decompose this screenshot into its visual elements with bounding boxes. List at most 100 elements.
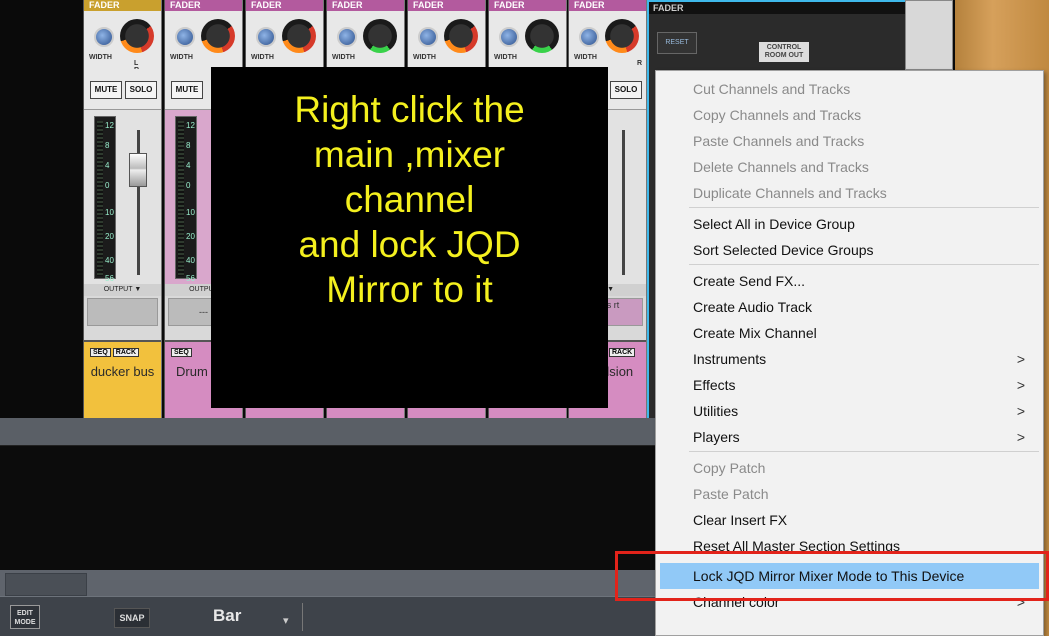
menu-item-copy-channels-and-tracks[interactable]: Copy Channels and Tracks xyxy=(656,102,1043,128)
control-room-out-label: CONTROL ROOM OUT xyxy=(759,42,809,62)
strip-label-area: SEQ RACK ducker bus xyxy=(84,340,161,418)
knob-section: WIDTH R xyxy=(569,11,646,69)
width-knob-icon[interactable] xyxy=(337,27,357,47)
meter-scale-label: 56 xyxy=(105,274,114,283)
knob-section: WIDTH xyxy=(327,11,404,69)
width-label: WIDTH xyxy=(494,54,517,61)
output-selector[interactable] xyxy=(87,298,158,326)
menu-item-create-audio-track[interactable]: Create Audio Track xyxy=(656,294,1043,320)
pan-knob-icon[interactable] xyxy=(120,19,154,53)
width-label: WIDTH xyxy=(170,54,193,61)
meter-scale-label: 12 xyxy=(105,121,114,130)
menu-item-label: Select All in Device Group xyxy=(693,216,855,232)
fader-header: FADER xyxy=(408,0,485,11)
width-knob-icon[interactable] xyxy=(499,27,519,47)
pan-knob-icon[interactable] xyxy=(363,19,397,53)
seq-rack-buttons: SEQ xyxy=(171,348,194,357)
menu-item-label: Copy Channels and Tracks xyxy=(693,107,862,123)
menu-item-label: Copy Patch xyxy=(693,460,766,476)
width-knob-icon[interactable] xyxy=(94,27,114,47)
knob-section: WIDTH L R xyxy=(84,11,161,74)
menu-separator xyxy=(689,207,1039,208)
meter-scale-label: 0 xyxy=(105,181,110,190)
menu-item-label: Cut Channels and Tracks xyxy=(693,81,851,97)
menu-item-paste-channels-and-tracks[interactable]: Paste Channels and Tracks xyxy=(656,128,1043,154)
menu-item-label: Clear Insert FX xyxy=(693,512,788,528)
volume-fader-handle[interactable] xyxy=(129,153,147,187)
seq-rack-buttons: SEQ RACK xyxy=(90,348,141,357)
level-meter: 12 8 4 0 10 20 40 56 xyxy=(94,116,116,283)
menu-item-label: Create Audio Track xyxy=(693,299,813,315)
chevron-down-icon[interactable]: ▾ xyxy=(283,614,289,627)
lr-label: R xyxy=(637,60,643,67)
snap-value-label[interactable]: Bar xyxy=(213,606,241,626)
fader-header: FADER xyxy=(84,0,161,11)
menu-separator xyxy=(689,451,1039,452)
pan-knob-icon[interactable] xyxy=(282,19,316,53)
menu-item-effects[interactable]: Effects > xyxy=(656,372,1043,398)
seq-rack-buttons: RACK xyxy=(609,348,637,357)
solo-button[interactable]: SOLO xyxy=(610,81,642,99)
menu-item-players[interactable]: Players > xyxy=(656,424,1043,450)
rack-button[interactable]: RACK xyxy=(112,348,140,357)
menu-item-delete-channels-and-tracks[interactable]: Delete Channels and Tracks xyxy=(656,154,1043,180)
menu-item-instruments[interactable]: Instruments > xyxy=(656,346,1043,372)
pan-knob-icon[interactable] xyxy=(444,19,478,53)
pan-knob-icon[interactable] xyxy=(201,19,235,53)
seq-button[interactable]: SEQ xyxy=(171,348,192,357)
width-label: WIDTH xyxy=(251,54,274,61)
fader-header: FADER xyxy=(165,0,242,11)
rack-button[interactable]: RACK xyxy=(609,348,636,357)
menu-item-cut-channels-and-tracks[interactable]: Cut Channels and Tracks xyxy=(656,76,1043,102)
edit-mode-button[interactable]: EDIT MODE xyxy=(10,605,40,629)
solo-button[interactable]: SOLO xyxy=(125,81,157,99)
menu-item-label: Paste Channels and Tracks xyxy=(693,133,865,149)
mute-button[interactable]: MUTE xyxy=(171,81,203,99)
menu-item-label: Delete Channels and Tracks xyxy=(693,159,869,175)
menu-item-clear-insert-fx[interactable]: Clear Insert FX xyxy=(656,507,1043,533)
ruler-segment xyxy=(5,573,87,596)
width-knob-icon[interactable] xyxy=(579,27,599,47)
menu-item-duplicate-channels-and-tracks[interactable]: Duplicate Channels and Tracks xyxy=(656,180,1043,206)
strip-name[interactable]: ducker bus xyxy=(84,364,161,380)
fader-section: 12 8 4 0 10 20 40 56 xyxy=(84,109,161,284)
chevron-right-icon: > xyxy=(1016,351,1025,367)
meter-scale-label: 8 xyxy=(186,141,191,150)
meter-scale-label: 56 xyxy=(186,274,195,283)
menu-item-paste-patch[interactable]: Paste Patch xyxy=(656,481,1043,507)
menu-item-label: Effects xyxy=(693,377,736,393)
menu-item-select-all-in-device-group[interactable]: Select All in Device Group xyxy=(656,211,1043,237)
pan-knob-icon[interactable] xyxy=(525,19,559,53)
width-knob-icon[interactable] xyxy=(256,27,276,47)
knob-section: WIDTH xyxy=(165,11,242,69)
knob-section: WIDTH xyxy=(246,11,323,69)
toolbar-divider xyxy=(302,603,303,631)
menu-item-label: Create Send FX... xyxy=(693,273,806,289)
width-label: WIDTH xyxy=(332,54,355,61)
menu-item-create-mix-channel[interactable]: Create Mix Channel xyxy=(656,320,1043,346)
tutorial-caption: Right click the main ,mixer channel and … xyxy=(211,67,608,408)
mute-solo-section: MUTE SOLO xyxy=(84,69,161,109)
meter-scale-label: 4 xyxy=(105,161,110,170)
caption-line: channel xyxy=(344,179,475,220)
menu-item-label: Duplicate Channels and Tracks xyxy=(693,185,887,201)
output-label[interactable]: OUTPUT ▼ xyxy=(84,284,161,296)
meter-scale-label: 40 xyxy=(105,256,114,265)
width-knob-icon[interactable] xyxy=(175,27,195,47)
width-label: WIDTH xyxy=(89,54,112,61)
width-label: WIDTH xyxy=(413,54,436,61)
menu-item-label: Create Mix Channel xyxy=(693,325,817,341)
menu-item-label: Players xyxy=(693,429,740,445)
snap-button[interactable]: SNAP xyxy=(114,608,150,628)
knob-section: WIDTH xyxy=(408,11,485,69)
menu-item-sort-selected-device-groups[interactable]: Sort Selected Device Groups xyxy=(656,237,1043,263)
seq-button[interactable]: SEQ xyxy=(90,348,111,357)
menu-item-create-send-fx[interactable]: Create Send FX... xyxy=(656,268,1043,294)
reset-button[interactable]: RESET xyxy=(657,32,697,54)
meter-scale-label: 40 xyxy=(186,256,195,265)
mute-button[interactable]: MUTE xyxy=(90,81,122,99)
menu-item-utilities[interactable]: Utilities > xyxy=(656,398,1043,424)
width-knob-icon[interactable] xyxy=(418,27,438,47)
menu-item-copy-patch[interactable]: Copy Patch xyxy=(656,455,1043,481)
pan-knob-icon[interactable] xyxy=(605,19,639,53)
